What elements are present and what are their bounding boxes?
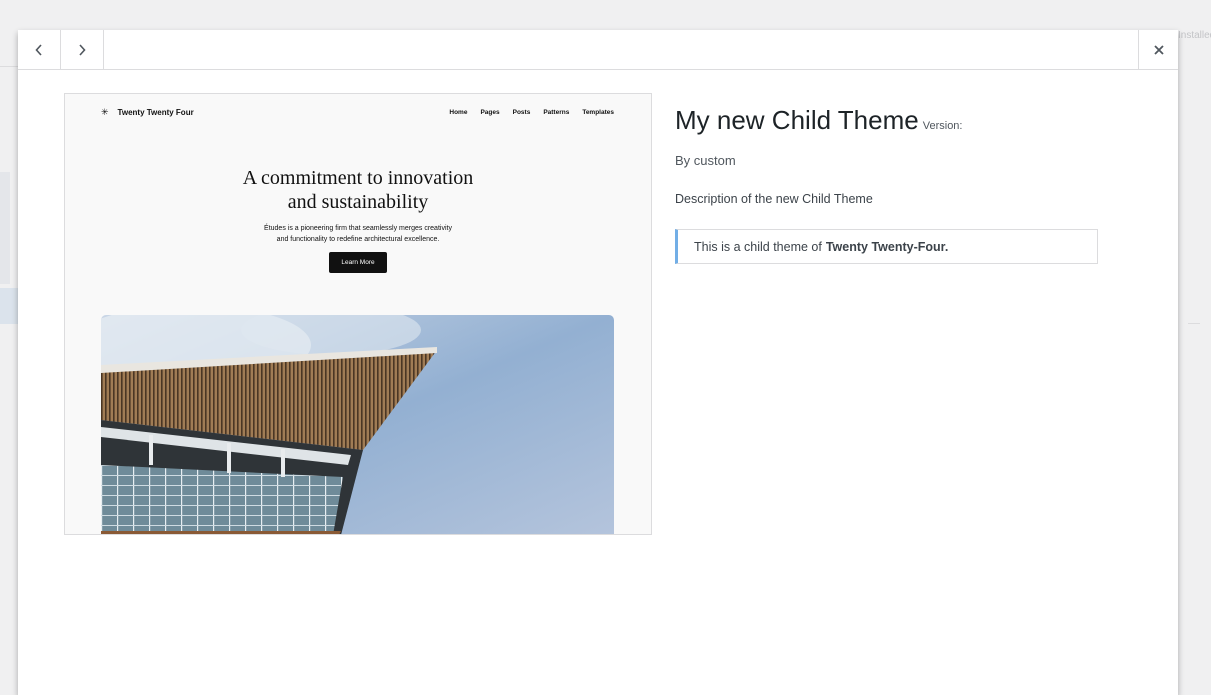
site-title: Twenty Twenty Four	[117, 107, 194, 117]
site-nav-item: Patterns	[543, 108, 570, 116]
theme-name-text: My new Child Theme	[675, 105, 919, 135]
parent-theme-notice: This is a child theme of Twenty Twenty-F…	[675, 229, 1098, 264]
background-panel	[0, 172, 10, 284]
site-nav-item: Pages	[480, 108, 500, 116]
hero-heading: A commitment to innovation and sustainab…	[242, 167, 474, 213]
theme-details-modal: ✳ Twenty Twenty Four Home Pages Posts Pa…	[18, 30, 1178, 695]
theme-screenshot: ✳ Twenty Twenty Four Home Pages Posts Pa…	[64, 93, 652, 535]
site-nav-item: Posts	[512, 108, 531, 116]
close-button[interactable]	[1138, 30, 1178, 69]
parent-notice-text: This is a child theme of	[694, 239, 822, 254]
site-header: ✳ Twenty Twenty Four Home Pages Posts Pa…	[101, 105, 614, 119]
site-nav-item: Home	[449, 108, 468, 116]
site-nav-item: Templates	[582, 108, 614, 116]
modal-header	[18, 30, 1178, 70]
chevron-left-icon	[35, 43, 42, 56]
theme-info: My new Child Theme Version: By custom Des…	[675, 103, 1105, 264]
close-icon	[1153, 44, 1164, 55]
theme-author: By custom	[675, 153, 736, 168]
theme-name: My new Child Theme Version:	[675, 103, 1105, 143]
building-photo	[101, 315, 614, 534]
parent-theme-name: Twenty Twenty-Four.	[825, 239, 949, 254]
site-logo-icon: ✳	[101, 106, 109, 117]
hero-learn-more-button: Learn More	[329, 252, 387, 273]
site-navigation: Home Pages Posts Patterns Templates	[449, 109, 614, 116]
previous-theme-button[interactable]	[18, 30, 61, 69]
theme-version-label: Version:	[922, 120, 963, 132]
background-divider	[0, 66, 18, 67]
next-theme-button[interactable]	[61, 30, 104, 69]
theme-description: Description of the new Child Theme	[675, 192, 873, 206]
background-installed-label: Installed	[1178, 30, 1211, 41]
background-active-item	[0, 288, 18, 324]
chevron-right-icon	[79, 43, 86, 56]
hero-description: Études is a pioneering firm that seamles…	[264, 225, 452, 243]
background-divider	[1188, 323, 1200, 324]
